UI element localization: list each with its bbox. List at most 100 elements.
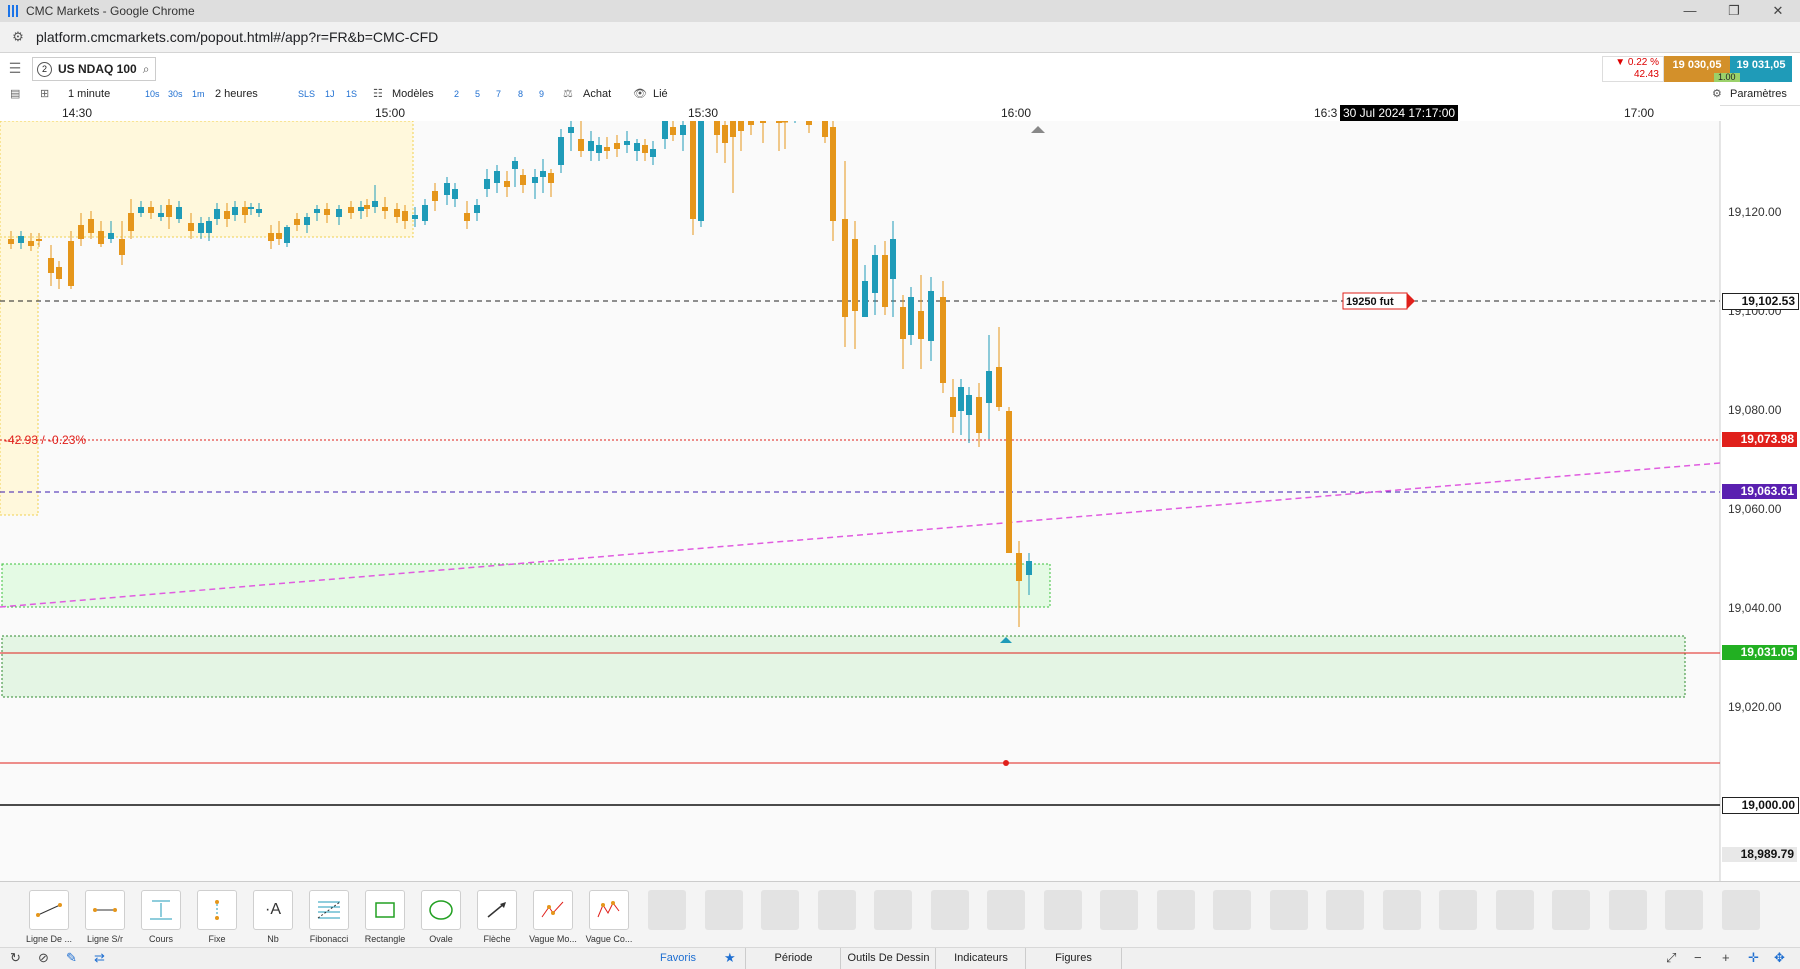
interval-30s[interactable]: 30s: [168, 83, 183, 105]
instrument-selector[interactable]: 2 US NDAQ 100 ⌕: [32, 57, 156, 81]
tool-fibonacci[interactable]: Fibonacci: [302, 890, 356, 944]
tool-text[interactable]: ·A Nb: [246, 890, 300, 944]
empty-tool-slot: [1722, 890, 1760, 930]
candle-body: [148, 207, 154, 213]
mode-sls[interactable]: SLS: [298, 83, 315, 105]
hamburger-menu-icon[interactable]: ☰: [6, 59, 24, 77]
zoom-out-icon[interactable]: −: [1694, 950, 1702, 965]
rectangle-icon: [365, 890, 405, 930]
candle-body: [890, 239, 896, 279]
layout-grid-icon[interactable]: ⊞: [40, 83, 49, 105]
candle-body: [806, 121, 812, 125]
tool-fixed[interactable]: Fixe: [190, 890, 244, 944]
tab-drawing-tools[interactable]: Outils De Dessin: [840, 948, 936, 969]
preset-5[interactable]: 5: [475, 83, 480, 105]
candle-body: [662, 121, 668, 139]
preset-9[interactable]: 9: [539, 83, 544, 105]
empty-tool-slot: [1044, 890, 1082, 930]
interval-select[interactable]: 1 minute: [68, 83, 110, 105]
minimize-button[interactable]: —: [1668, 0, 1712, 22]
candle-body: [206, 221, 212, 233]
empty-tool-slot: [761, 890, 799, 930]
interval-10s[interactable]: 10s: [145, 83, 160, 105]
cursor-icon[interactable]: ⇄: [94, 950, 105, 966]
list-view-icon[interactable]: ▤: [10, 83, 20, 105]
price-chart[interactable]: -42.93 / -0.23% 19250 fut 19,120.00 19,1…: [0, 119, 1800, 881]
pencil-icon[interactable]: ✎: [66, 950, 77, 966]
preset-8[interactable]: 8: [518, 83, 523, 105]
tab-favorites[interactable]: Favoris: [650, 948, 706, 969]
empty-tool-slot: [1213, 890, 1251, 930]
address-bar[interactable]: ⚙ platform.cmcmarkets.com/popout.html#/a…: [0, 22, 1800, 53]
tab-figures[interactable]: Figures: [1025, 948, 1122, 969]
candle-body: [504, 181, 510, 187]
mode-1s[interactable]: 1S: [346, 83, 357, 105]
change-percent: ▼ 0.22 %: [1615, 57, 1659, 68]
support-zone-lower[interactable]: [1, 635, 1686, 698]
candle-body: [452, 189, 458, 199]
tab-period[interactable]: Période: [745, 948, 841, 969]
tool-trend-line[interactable]: Ligne De ...: [22, 890, 76, 944]
range-select[interactable]: 2 heures: [215, 83, 258, 105]
candle-body: [512, 161, 518, 169]
tool-label: Ovale: [429, 934, 453, 944]
candle-body: [1016, 553, 1022, 581]
price-tick: 19,120.00: [1728, 205, 1782, 219]
tool-label: Fibonacci: [309, 934, 349, 944]
session-zone-extension[interactable]: [0, 236, 39, 516]
corrective-wave-icon: [589, 890, 629, 930]
interval-1m[interactable]: 1m: [192, 83, 205, 105]
candle-body: [588, 141, 594, 151]
preset-2[interactable]: 2: [454, 83, 459, 105]
move-icon[interactable]: ✥: [1774, 950, 1785, 966]
gear-icon[interactable]: ⚙: [1712, 83, 1722, 105]
candle-body: [78, 225, 84, 239]
empty-tool-slot: [1552, 890, 1590, 930]
tool-arrow[interactable]: Flèche: [470, 890, 524, 944]
site-info-icon[interactable]: ⚙: [10, 29, 26, 45]
close-button[interactable]: ✕: [1756, 0, 1800, 22]
zoom-in-icon[interactable]: +: [1722, 950, 1730, 965]
price-tick: 19,060.00: [1728, 502, 1782, 516]
session-zone[interactable]: [0, 120, 414, 238]
tool-oval[interactable]: Ovale: [414, 890, 468, 944]
templates-button[interactable]: Modèles: [392, 83, 434, 105]
candle-body: [98, 231, 104, 244]
buy-button[interactable]: Achat: [583, 83, 611, 105]
candle-body: [540, 171, 546, 177]
restore-button[interactable]: ❐: [1712, 0, 1756, 22]
tool-rectangle[interactable]: Rectangle: [358, 890, 412, 944]
empty-tool-slot: [648, 890, 686, 930]
candle-body: [634, 143, 640, 151]
tool-price[interactable]: Cours: [134, 890, 188, 944]
tool-corrective-wave[interactable]: Vague Co...: [582, 890, 636, 944]
candle-body: [520, 175, 526, 185]
candle-body: [242, 207, 248, 215]
tool-sr-line[interactable]: Ligne S/r: [78, 890, 132, 944]
tool-motive-wave[interactable]: Vague Mo...: [526, 890, 580, 944]
candle-body: [940, 297, 946, 383]
candle-body: [358, 207, 364, 211]
candlestick-chart[interactable]: -42.93 / -0.23% 19250 fut: [0, 119, 1800, 881]
tool-label: Rectangle: [364, 934, 406, 944]
fit-icon[interactable]: ⤢: [1666, 950, 1676, 966]
prohibit-icon[interactable]: ⊘: [38, 950, 49, 966]
refresh-icon[interactable]: ↻: [10, 950, 21, 966]
candle-body: [119, 239, 125, 255]
tab-indicators[interactable]: Indicateurs: [935, 948, 1026, 969]
star-icon[interactable]: ★: [724, 950, 736, 966]
support-zone-upper[interactable]: [1, 563, 1051, 608]
url-text[interactable]: platform.cmcmarkets.com/popout.html#/app…: [36, 29, 438, 45]
candle-body: [382, 207, 388, 211]
crosshair-icon[interactable]: ✛: [1748, 950, 1759, 966]
mode-1j[interactable]: 1J: [325, 83, 335, 105]
instrument-name: US NDAQ 100: [58, 62, 137, 76]
search-icon[interactable]: ⌕: [143, 62, 150, 77]
candle-body: [986, 371, 992, 403]
buy-price-button[interactable]: 19 031,05 1.00: [1714, 56, 1792, 82]
preset-7[interactable]: 7: [496, 83, 501, 105]
link-button[interactable]: Lié: [653, 83, 668, 105]
price-marker-dot: [1003, 760, 1009, 766]
tool-label: Fixe: [208, 934, 226, 944]
settings-button[interactable]: Paramètres: [1730, 83, 1787, 105]
